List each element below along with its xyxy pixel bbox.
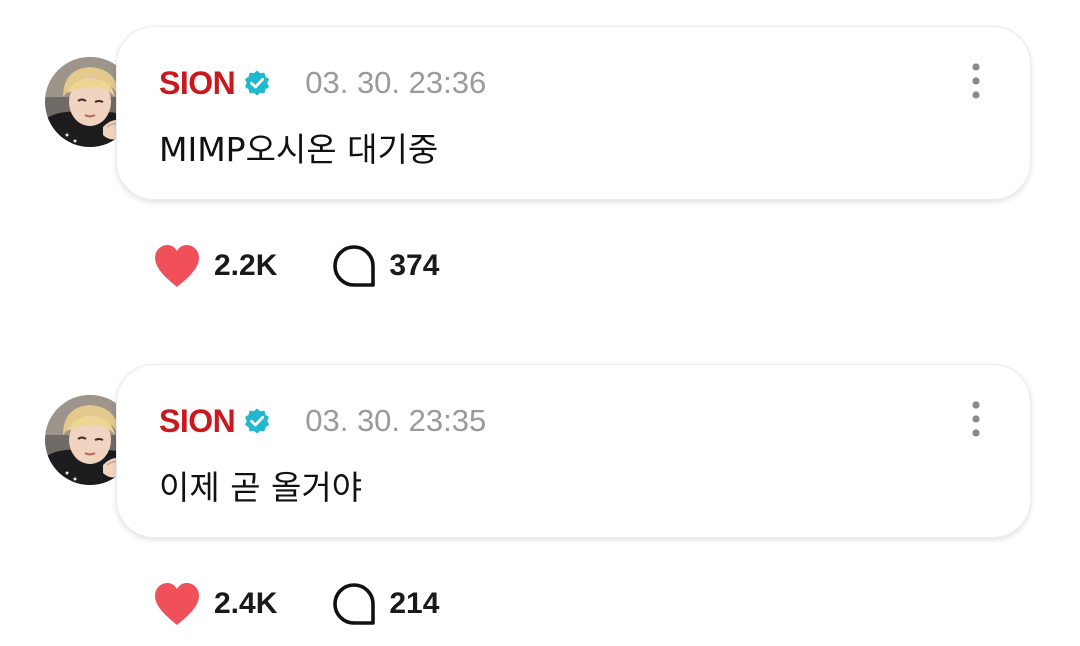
comment-button[interactable]: 374 <box>331 243 439 289</box>
feed: SION 03. 30. 23:36 MIMP오시온 대기중 2.2K 374 … <box>0 0 1080 646</box>
more-vertical-icon[interactable] <box>968 61 984 101</box>
author-row: SION 03. 30. 23:35 <box>159 401 486 441</box>
comment-bubble-icon <box>333 245 376 287</box>
comment-bubble-icon <box>333 583 376 625</box>
like-button[interactable]: 2.4K <box>152 581 277 627</box>
post-actions: 2.2K 374 <box>152 242 439 290</box>
post-text: MIMP오시온 대기중 <box>159 130 439 169</box>
timestamp: 03. 30. 23:35 <box>305 403 487 438</box>
comment-count: 214 <box>389 587 440 620</box>
comment-count: 374 <box>389 249 440 282</box>
timestamp: 03. 30. 23:36 <box>305 65 487 100</box>
post-bubble: SION 03. 30. 23:36 MIMP오시온 대기중 <box>116 26 1031 200</box>
post-text: 이제 곧 올거야 <box>159 468 363 507</box>
heart-icon <box>155 245 199 287</box>
author-row: SION 03. 30. 23:36 <box>159 63 486 103</box>
author-name[interactable]: SION <box>159 403 236 440</box>
verified-badge-icon <box>245 70 270 96</box>
like-button[interactable]: 2.2K <box>152 243 277 289</box>
like-count: 2.2K <box>214 249 278 282</box>
like-count: 2.4K <box>214 587 278 620</box>
more-vertical-icon[interactable] <box>968 399 984 439</box>
comment-button[interactable]: 214 <box>331 581 439 627</box>
post-bubble: SION 03. 30. 23:35 이제 곧 올거야 <box>116 364 1031 538</box>
heart-icon <box>155 583 199 625</box>
verified-badge-icon <box>245 408 270 434</box>
post-actions: 2.4K 214 <box>152 580 439 628</box>
author-name[interactable]: SION <box>159 65 236 102</box>
